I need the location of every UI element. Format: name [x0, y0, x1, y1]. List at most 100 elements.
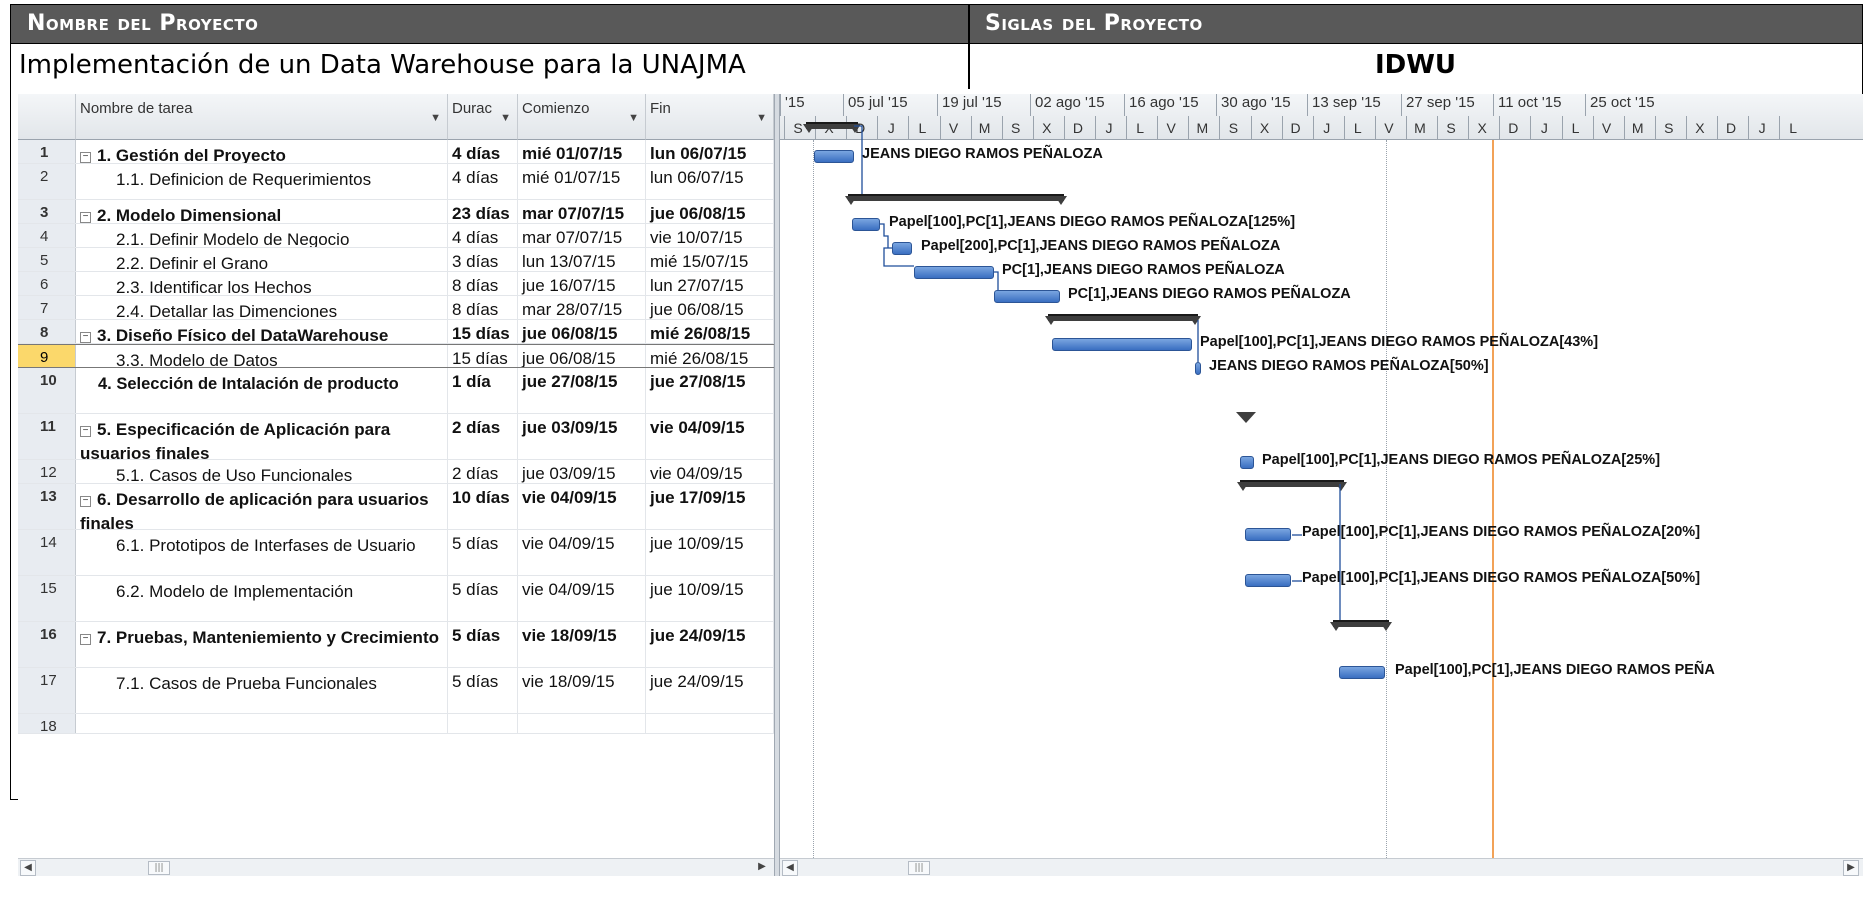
- duration-cell[interactable]: 15 días: [448, 345, 518, 367]
- col-header-duration[interactable]: Durac ▼: [448, 94, 518, 140]
- task-name-cell[interactable]: 5.1. Casos de Uso Funcionales: [76, 460, 448, 483]
- col-header-end[interactable]: Fin ▼: [646, 94, 774, 140]
- task-name-cell[interactable]: 1.1. Definicion de Requerimientos: [76, 164, 448, 199]
- row-id[interactable]: 16: [18, 622, 76, 667]
- end-cell[interactable]: vie 10/07/15: [646, 224, 774, 247]
- row-id[interactable]: 10: [18, 368, 76, 413]
- start-cell[interactable]: vie 04/09/15: [518, 484, 646, 529]
- grid-scrollbar[interactable]: ◀ ||| ▶: [18, 858, 774, 876]
- task-name-cell[interactable]: −2. Modelo Dimensional: [76, 200, 448, 223]
- duration-cell[interactable]: 2 días: [448, 460, 518, 483]
- end-cell[interactable]: lun 06/07/15: [646, 164, 774, 199]
- table-row[interactable]: 17 7.1. Casos de Prueba Funcionales 5 días…: [18, 668, 780, 714]
- duration-cell[interactable]: 10 días: [448, 484, 518, 529]
- table-row[interactable]: 9 3.3. Modelo de Datos 15 días jue 06/08/15…: [18, 344, 780, 368]
- collapse-icon[interactable]: −: [80, 212, 91, 223]
- start-cell[interactable]: mar 28/07/15: [518, 296, 646, 319]
- table-row[interactable]: 13−6. Desarrollo de aplicación para usua…: [18, 484, 780, 530]
- start-cell[interactable]: vie 18/09/15: [518, 622, 646, 667]
- end-cell[interactable]: jue 24/09/15: [646, 622, 774, 667]
- start-cell[interactable]: vie 18/09/15: [518, 668, 646, 713]
- col-header-name[interactable]: Nombre de tarea ▼: [76, 94, 448, 140]
- scroll-right-icon[interactable]: ▶: [1843, 860, 1859, 876]
- row-id[interactable]: 2: [18, 164, 76, 199]
- start-cell[interactable]: vie 04/09/15: [518, 576, 646, 621]
- table-row[interactable]: 11−5. Especificación de Aplicación para …: [18, 414, 780, 460]
- chart-scrollbar[interactable]: ◀ ||| ▶: [780, 858, 1863, 876]
- row-id[interactable]: 9: [18, 345, 76, 367]
- scroll-left-icon[interactable]: ◀: [782, 860, 798, 876]
- row-id[interactable]: 5: [18, 248, 76, 271]
- table-row[interactable]: 12 5.1. Casos de Uso Funcionales 2 días jue…: [18, 460, 780, 484]
- start-cell[interactable]: mié 01/07/15: [518, 140, 646, 163]
- start-cell[interactable]: jue 27/08/15: [518, 368, 646, 413]
- end-cell[interactable]: jue 24/09/15: [646, 668, 774, 713]
- collapse-icon[interactable]: −: [80, 634, 91, 645]
- duration-cell[interactable]: 23 días: [448, 200, 518, 223]
- scroll-thumb[interactable]: |||: [148, 861, 170, 875]
- end-cell[interactable]: jue 10/09/15: [646, 576, 774, 621]
- task-name-cell[interactable]: −5. Especificación de Aplicación para us…: [76, 414, 448, 459]
- table-row[interactable]: 8−3. Diseño Físico del DataWarehouse 15 d…: [18, 320, 780, 344]
- duration-cell[interactable]: 5 días: [448, 668, 518, 713]
- end-cell[interactable]: jue 17/09/15: [646, 484, 774, 529]
- task-name-cell[interactable]: −3. Diseño Físico del DataWarehouse: [76, 320, 448, 343]
- end-cell[interactable]: jue 27/08/15: [646, 368, 774, 413]
- collapse-icon[interactable]: −: [80, 332, 91, 343]
- row-id[interactable]: 18: [18, 714, 76, 733]
- table-row[interactable]: 10 4. Selección de Intalación de producto…: [18, 368, 780, 414]
- task-name-cell[interactable]: 2.2. Definir el Grano: [76, 248, 448, 271]
- duration-cell[interactable]: 4 días: [448, 224, 518, 247]
- duration-cell[interactable]: 4 días: [448, 140, 518, 163]
- row-id[interactable]: 15: [18, 576, 76, 621]
- duration-cell[interactable]: 8 días: [448, 296, 518, 319]
- row-id[interactable]: 1: [18, 140, 76, 163]
- duration-cell[interactable]: [448, 714, 518, 733]
- collapse-icon[interactable]: −: [80, 152, 91, 163]
- duration-cell[interactable]: 4 días: [448, 164, 518, 199]
- table-row[interactable]: 1−1. Gestión del Proyecto 4 días mié 01/07…: [18, 140, 780, 164]
- duration-cell[interactable]: 5 días: [448, 576, 518, 621]
- table-row[interactable]: 14 6.1. Prototipos de Interfases de Usuar…: [18, 530, 780, 576]
- duration-cell[interactable]: 5 días: [448, 530, 518, 575]
- task-name-cell[interactable]: 7.1. Casos de Prueba Funcionales: [76, 668, 448, 713]
- end-cell[interactable]: jue 06/08/15: [646, 296, 774, 319]
- start-cell[interactable]: lun 13/07/15: [518, 248, 646, 271]
- start-cell[interactable]: vie 04/09/15: [518, 530, 646, 575]
- table-row[interactable]: 6 2.3. Identificar los Hechos 8 días jue 16…: [18, 272, 780, 296]
- start-cell[interactable]: jue 03/09/15: [518, 460, 646, 483]
- scroll-thumb[interactable]: |||: [908, 861, 930, 875]
- table-row[interactable]: 2 1.1. Definicion de Requerimientos 4 días…: [18, 164, 780, 200]
- row-id[interactable]: 13: [18, 484, 76, 529]
- task-name-cell[interactable]: −7. Pruebas, Manteniemiento y Crecimient…: [76, 622, 448, 667]
- table-row[interactable]: 18: [18, 714, 780, 734]
- row-id[interactable]: 6: [18, 272, 76, 295]
- task-name-cell[interactable]: 4. Selección de Intalación de producto: [76, 368, 448, 413]
- row-id[interactable]: 14: [18, 530, 76, 575]
- duration-cell[interactable]: 8 días: [448, 272, 518, 295]
- end-cell[interactable]: lun 06/07/15: [646, 140, 774, 163]
- end-cell[interactable]: mié 15/07/15: [646, 248, 774, 271]
- duration-cell[interactable]: 1 día: [448, 368, 518, 413]
- start-cell[interactable]: jue 16/07/15: [518, 272, 646, 295]
- end-cell[interactable]: mié 26/08/15: [646, 320, 774, 343]
- end-cell[interactable]: mié 26/08/15: [646, 345, 774, 367]
- end-cell[interactable]: lun 27/07/15: [646, 272, 774, 295]
- row-id[interactable]: 12: [18, 460, 76, 483]
- table-row[interactable]: 3−2. Modelo Dimensional 23 días mar 07/07/…: [18, 200, 780, 224]
- end-cell[interactable]: vie 04/09/15: [646, 460, 774, 483]
- task-name-cell[interactable]: −6. Desarrollo de aplicación para usuari…: [76, 484, 448, 529]
- chevron-down-icon[interactable]: ▼: [756, 112, 767, 124]
- row-id[interactable]: 11: [18, 414, 76, 459]
- start-cell[interactable]: mar 07/07/15: [518, 200, 646, 223]
- end-cell[interactable]: vie 04/09/15: [646, 414, 774, 459]
- chevron-down-icon[interactable]: ▼: [500, 112, 511, 124]
- duration-cell[interactable]: 5 días: [448, 622, 518, 667]
- table-row[interactable]: 16−7. Pruebas, Manteniemiento y Crecimie…: [18, 622, 780, 668]
- task-name-cell[interactable]: 2.1. Definir Modelo de Negocio: [76, 224, 448, 247]
- task-name-cell[interactable]: 3.3. Modelo de Datos: [76, 345, 448, 367]
- collapse-icon[interactable]: −: [80, 496, 91, 507]
- row-id[interactable]: 7: [18, 296, 76, 319]
- table-row[interactable]: 15 6.2. Modelo de Implementación 5 días vie…: [18, 576, 780, 622]
- table-row[interactable]: 7 2.4. Detallar las Dimenciones 8 días mar …: [18, 296, 780, 320]
